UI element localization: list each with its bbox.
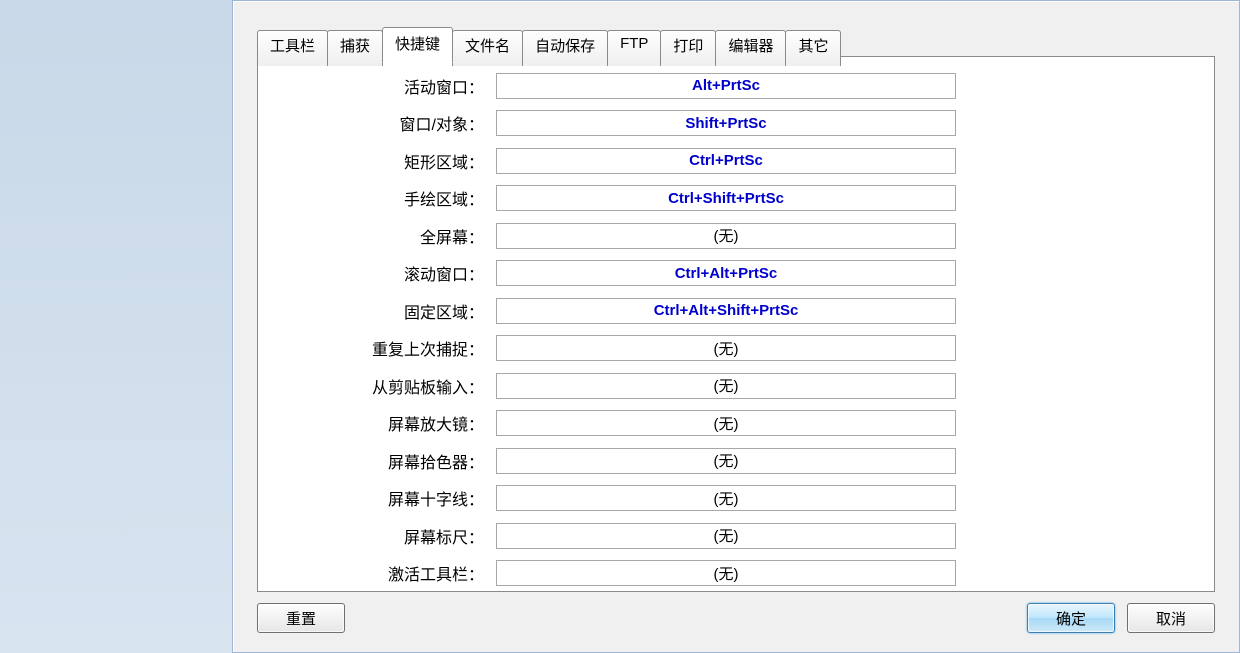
tab-label: FTP (620, 35, 648, 52)
hotkey-row-window-object: 窗口/对象： Shift+PrtSc (258, 105, 1214, 143)
hotkey-row-repeat-last: 重复上次捕捉： (无) (258, 330, 1214, 368)
tab-editor[interactable]: 编辑器 (715, 30, 786, 66)
hotkey-input-rectangle[interactable]: Ctrl+PrtSc (496, 148, 956, 174)
tab-label: 捕获 (340, 38, 370, 55)
hotkey-label: 屏幕十字线： (258, 486, 488, 510)
reset-button[interactable]: 重置 (257, 603, 345, 633)
tab-ftp[interactable]: FTP (607, 30, 661, 66)
hotkey-input-window-object[interactable]: Shift+PrtSc (496, 110, 956, 136)
hotkey-label: 屏幕拾色器： (258, 449, 488, 473)
hotkey-label: 矩形区域： (258, 149, 488, 173)
hotkey-row-scrolling-window: 滚动窗口： Ctrl+Alt+PrtSc (258, 255, 1214, 293)
tab-capture[interactable]: 捕获 (327, 30, 383, 66)
hotkey-row-fixed-region: 固定区域： Ctrl+Alt+Shift+PrtSc (258, 292, 1214, 330)
tab-label: 工具栏 (270, 38, 315, 55)
hotkey-label: 固定区域： (258, 299, 488, 323)
hotkey-input-activate-toolbar[interactable]: (无) (496, 560, 956, 586)
hotkey-row-activate-toolbar: 激活工具栏： (无) (258, 555, 1214, 593)
hotkeys-page: 活动窗口： Alt+PrtSc 窗口/对象： Shift+PrtSc 矩形区域：… (257, 56, 1215, 592)
hotkey-input-fixed-region[interactable]: Ctrl+Alt+Shift+PrtSc (496, 298, 956, 324)
hotkey-label: 全屏幕： (258, 224, 488, 248)
hotkey-label: 手绘区域： (258, 186, 488, 210)
hotkey-label: 滚动窗口： (258, 261, 488, 285)
button-label: 重置 (286, 608, 316, 629)
tab-label: 其它 (798, 38, 828, 55)
hotkey-input-repeat-last[interactable]: (无) (496, 335, 956, 361)
hotkey-rows: 活动窗口： Alt+PrtSc 窗口/对象： Shift+PrtSc 矩形区域：… (258, 67, 1214, 592)
hotkey-input-crosshair[interactable]: (无) (496, 485, 956, 511)
hotkey-label: 屏幕放大镜： (258, 411, 488, 435)
hotkey-input-from-clipboard[interactable]: (无) (496, 373, 956, 399)
tab-label: 打印 (673, 38, 703, 55)
hotkey-input-active-window[interactable]: Alt+PrtSc (496, 73, 956, 99)
hotkey-row-magnifier: 屏幕放大镜： (无) (258, 405, 1214, 443)
hotkey-row-freehand: 手绘区域： Ctrl+Shift+PrtSc (258, 180, 1214, 218)
hotkey-input-magnifier[interactable]: (无) (496, 410, 956, 436)
hotkey-label: 活动窗口： (258, 74, 488, 98)
button-label: 确定 (1056, 608, 1086, 629)
hotkey-label: 重复上次捕捉： (258, 336, 488, 360)
hotkey-input-freehand[interactable]: Ctrl+Shift+PrtSc (496, 185, 956, 211)
hotkey-label: 从剪贴板输入： (258, 374, 488, 398)
hotkey-row-ruler: 屏幕标尺： (无) (258, 517, 1214, 555)
hotkey-row-rectangle: 矩形区域： Ctrl+PrtSc (258, 142, 1214, 180)
hotkey-row-crosshair: 屏幕十字线： (无) (258, 480, 1214, 518)
tab-label: 自动保存 (535, 38, 595, 55)
hotkey-input-fullscreen[interactable]: (无) (496, 223, 956, 249)
tab-strip: 工具栏 捕获 快捷键 文件名 自动保存 FTP 打印 编辑器 其它 (257, 27, 840, 63)
tab-toolbar[interactable]: 工具栏 (257, 30, 328, 66)
tab-label: 快捷键 (395, 36, 440, 53)
hotkey-label: 激活工具栏： (258, 561, 488, 585)
ok-button[interactable]: 确定 (1027, 603, 1115, 633)
tab-other[interactable]: 其它 (785, 30, 841, 66)
hotkey-row-from-clipboard: 从剪贴板输入： (无) (258, 367, 1214, 405)
tab-label: 文件名 (465, 38, 510, 55)
tab-hotkeys[interactable]: 快捷键 (382, 27, 453, 63)
hotkey-row-fullscreen: 全屏幕： (无) (258, 217, 1214, 255)
hotkey-row-active-window: 活动窗口： Alt+PrtSc (258, 67, 1214, 105)
tab-autosave[interactable]: 自动保存 (522, 30, 608, 66)
button-label: 取消 (1156, 608, 1186, 629)
hotkey-input-ruler[interactable]: (无) (496, 523, 956, 549)
tab-print[interactable]: 打印 (660, 30, 716, 66)
cancel-button[interactable]: 取消 (1127, 603, 1215, 633)
hotkey-label: 屏幕标尺： (258, 524, 488, 548)
hotkey-row-color-picker: 屏幕拾色器： (无) (258, 442, 1214, 480)
button-bar: 重置 确定 取消 (257, 602, 1215, 634)
settings-dialog: 工具栏 捕获 快捷键 文件名 自动保存 FTP 打印 编辑器 其它 活动窗口： … (232, 0, 1240, 653)
hotkey-input-color-picker[interactable]: (无) (496, 448, 956, 474)
tab-label: 编辑器 (728, 38, 773, 55)
hotkey-input-scrolling-window[interactable]: Ctrl+Alt+PrtSc (496, 260, 956, 286)
tab-filename[interactable]: 文件名 (452, 30, 523, 66)
hotkey-label: 窗口/对象： (258, 111, 488, 135)
